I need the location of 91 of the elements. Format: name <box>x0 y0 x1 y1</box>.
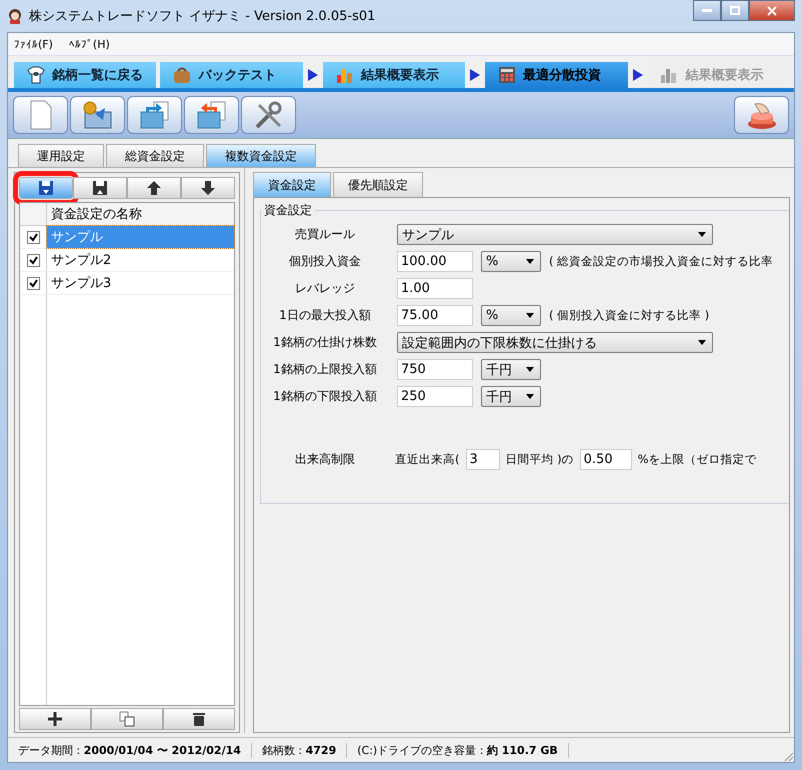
dropdown-arrow-icon <box>526 313 534 318</box>
input-field[interactable]: 3 <box>466 449 500 470</box>
plus-icon <box>47 711 63 727</box>
minimize-icon <box>702 8 712 12</box>
list-footer-button[interactable] <box>163 708 235 730</box>
checkbox[interactable] <box>26 254 40 266</box>
list-toolbar-button[interactable] <box>73 177 127 199</box>
field-text: 直近出来高( <box>395 452 460 467</box>
dropdown-arrow-icon <box>526 259 534 264</box>
dropdown-arrow-icon <box>526 367 534 372</box>
toolbar-button[interactable] <box>734 96 789 134</box>
menu-item[interactable]: ﾌｧｲﾙ(F) <box>14 38 53 50</box>
input-field[interactable]: 75.00 <box>397 305 473 326</box>
checkbox[interactable] <box>26 276 40 290</box>
nav-tab[interactable]: バックテスト <box>160 62 303 88</box>
dropdown-arrow-icon <box>698 340 706 345</box>
field-label: 個別投入資金 <box>288 253 362 270</box>
arrow-down-icon <box>200 180 216 196</box>
bag-icon <box>172 66 192 84</box>
list-footer-button[interactable] <box>19 708 91 730</box>
unit-dropdown[interactable]: % <box>481 251 541 272</box>
dropdown[interactable]: サンプル <box>397 224 713 245</box>
list-item-name: サンプル <box>51 229 103 246</box>
field-note: ( 個別投入資金に対する比率 ) <box>549 308 710 323</box>
list-row[interactable]: サンプル3 <box>20 272 234 295</box>
shirt-icon <box>26 66 46 84</box>
input-field[interactable]: 250 <box>397 386 473 407</box>
folder-arrow-icon <box>194 100 228 130</box>
toolbar-button[interactable] <box>184 96 239 134</box>
input-field[interactable]: 750 <box>397 359 473 380</box>
input-field[interactable]: 100.00 <box>397 251 473 272</box>
status-text: (C:)ドライブの空き容量 : 約 110.7 GB <box>347 742 569 758</box>
toolbar-button[interactable] <box>127 96 182 134</box>
arrow-up-icon <box>146 180 162 196</box>
field-label: 出来高制限 <box>294 451 356 468</box>
toolbar-button[interactable] <box>241 96 296 134</box>
detail-tab[interactable]: 優先順設定 <box>333 172 423 197</box>
detail-tab[interactable]: 資金設定 <box>253 172 331 197</box>
settings-tab[interactable]: 運用設定 <box>18 144 104 167</box>
unit-dropdown[interactable]: 千円 <box>481 359 541 380</box>
group-title: 資金設定 <box>263 202 313 219</box>
list-toolbar-button[interactable] <box>127 177 181 199</box>
copy-icon <box>119 711 135 727</box>
settings-tab[interactable]: 複数資金設定 <box>206 144 316 167</box>
field-label: 1銘柄の下限投入額 <box>272 388 378 405</box>
list-footer-button[interactable] <box>91 708 163 730</box>
unit-dropdown[interactable]: 千円 <box>481 386 541 407</box>
maximize-button[interactable] <box>721 0 749 21</box>
close-button[interactable] <box>749 0 795 21</box>
app-icon <box>7 8 23 24</box>
dropdown-arrow-icon <box>698 232 706 237</box>
minimize-button[interactable] <box>693 0 721 21</box>
maximize-icon <box>730 6 740 15</box>
close-icon <box>767 6 777 16</box>
tools-icon <box>252 100 284 130</box>
input-field[interactable]: 0.50 <box>580 449 632 470</box>
field-label: 1銘柄の仕掛け株数 <box>272 334 378 351</box>
toolbar-button[interactable] <box>13 96 68 134</box>
field-label: レバレッジ <box>294 280 356 297</box>
status-text: データ期間 : 2000/01/04 〜 2012/02/14 <box>8 742 252 758</box>
bar-chart-icon <box>334 66 355 84</box>
field-label: 1銘柄の上限投入額 <box>272 361 378 378</box>
calculator-icon <box>497 66 518 84</box>
folder-arrow-icon <box>138 100 172 130</box>
window-title: 株システムトレードソフト イザナミ - Version 2.0.05-s01 <box>29 8 376 25</box>
resize-grip-icon <box>782 750 794 762</box>
field-text: %を上限（ゼロ指定で <box>638 452 757 467</box>
list-toolbar-button[interactable] <box>181 177 235 199</box>
blank-page-icon <box>28 100 52 130</box>
field-note: ( 総資金設定の市場投入資金に対する比率 <box>549 254 774 269</box>
menu-item[interactable]: ﾍﾙﾌﾟ(H) <box>68 38 110 50</box>
field-text: 日間平均 )の <box>506 452 574 467</box>
column-header: 資金設定の名称 <box>50 206 143 224</box>
list-item-name: サンプル3 <box>51 275 112 292</box>
money-box-icon <box>80 100 114 130</box>
settings-tab[interactable]: 総資金設定 <box>106 144 204 167</box>
trash-icon <box>191 711 207 727</box>
input-field[interactable]: 1.00 <box>397 278 473 299</box>
list-row[interactable]: サンプル2 <box>20 249 234 272</box>
checkbox[interactable] <box>26 230 40 244</box>
dropdown[interactable]: 設定範囲内の下限株数に仕掛ける <box>397 332 713 353</box>
nav-tab[interactable]: 最適分散投資 <box>485 62 628 88</box>
unit-dropdown[interactable]: % <box>481 305 541 326</box>
nav-tab[interactable]: 結果概要表示 <box>322 62 466 88</box>
toolbar-button[interactable] <box>70 96 125 134</box>
dropdown-arrow-icon <box>526 394 534 399</box>
list-item-name: サンプル2 <box>51 252 112 269</box>
field-label: 売買ルール <box>294 226 356 243</box>
nav-tab[interactable]: 銘柄一覧に戻る <box>14 62 156 88</box>
status-text: 銘柄数 : 4729 <box>252 742 348 758</box>
field-label: 1日の最大投入額 <box>278 307 372 324</box>
